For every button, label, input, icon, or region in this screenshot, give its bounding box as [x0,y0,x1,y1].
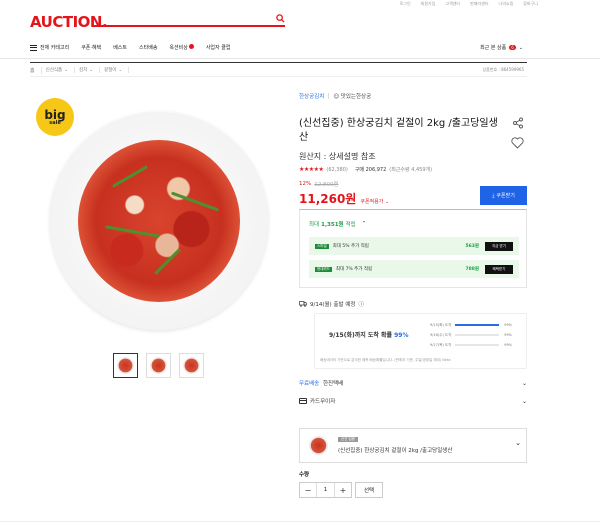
divider [0,521,600,522]
rating-line: ★★★★★ (62,380) 구매 206,972 (최근수량 4,459개) [299,166,527,173]
eta-row: 9/17(목) 도착 99% [430,342,512,348]
nav-item-emergency[interactable]: 옥션비상 [169,44,194,51]
main-nav: 전체 카테고리 쿠폰·혜택 베스트 스타배송 옥션비상 사업자 클럽 최근 본 … [0,40,600,59]
select-button[interactable]: 선택 [355,482,383,498]
breadcrumb: 홈 신선식품 ⌄ 김치 ⌄ 겉절이 ⌄ [30,64,527,77]
chevron-down-icon: ⌄ [518,44,523,51]
search-input[interactable] [92,25,285,27]
fresh-badge: 신선 집중 [338,437,358,442]
review-count[interactable]: (62,380) [326,167,347,173]
chevron-up-icon: ⌃ [361,221,367,227]
divider [30,62,527,63]
sale-price: 11,260원 [299,192,357,206]
item-number: 상품번호 : 864599965 [482,67,524,72]
card-installment-option[interactable]: 카드무이자 ⌄ [299,395,527,407]
util-link-login[interactable]: 로그인 [400,1,411,7]
thumbnail-3[interactable] [179,353,204,378]
separator [328,93,330,99]
benefit-header[interactable]: 최대 1,351원 적립 ⌃ [309,220,366,228]
util-link-seller[interactable]: 판매자센터 [470,1,488,7]
search-icon[interactable] [276,14,285,23]
util-link-support[interactable]: 고객센터 [445,1,460,7]
breadcrumb-item[interactable]: 겉절이 ⌄ [104,67,130,73]
delivery-option[interactable]: 무료배송 한진택배 ⌄ [299,377,527,389]
get-benefit-button[interactable]: 혜택받기 [485,264,513,274]
all-category-label: 전체 카테고리 [40,45,70,51]
eta-row: 9/16(수) 도착 99% [430,332,512,338]
coupon-price-label[interactable]: 쿠폰적용가 ⌄ [360,198,389,205]
buy-extra: (최근수량 4,459개) [389,167,433,173]
delivery-eta-box: 9/15(화)까지 도착 확률 99% 9/15(화) 도착 99% 9/16(… [314,313,527,369]
quantity-label: 수량 [299,472,310,478]
new-dot-icon [188,44,194,49]
chevron-down-icon: ⌄ [515,439,521,447]
nav-item-star[interactable]: 스타배송 [139,44,157,51]
kimchi-image [78,140,240,302]
selected-thumbnail [309,436,328,455]
coupon-button[interactable]: ⤓ 쿠폰받기 [480,186,527,205]
nav-item-business[interactable]: 사업자 클럽 [206,44,231,51]
eta-progress-bar [455,334,499,336]
quantity-input[interactable]: 1 [316,483,335,497]
info-icon: ⓘ [358,302,364,308]
eta-main: 9/15(화)까지 도착 확률 99% [329,332,409,339]
store-tag[interactable]: ☺ 맛있는한상궁 [333,92,371,100]
bonus-row-hyundai: 현대카드 최대 7% 추가 적립 788원 혜택받기 [309,260,519,278]
hamburger-icon [30,44,37,51]
original-price: 12,800원 [314,182,339,188]
download-icon: ⤓ [492,192,495,199]
eta-progress-bar [455,344,499,346]
ship-date-line[interactable]: 9/14(월) 출발 예정 ⓘ [299,300,527,308]
breadcrumb-item[interactable]: 김치 ⌄ [79,67,101,73]
thumbnail-list [113,353,204,378]
quantity-stepper: − 1 + [299,482,352,498]
all-category-button[interactable]: 전체 카테고리 [30,44,69,51]
recent-label: 최근 본 상품 [480,45,507,51]
thumbnail-2[interactable] [146,353,171,378]
hyundai-card-logo: 현대카드 [315,266,332,272]
smile-card-logo: 스마일 [315,243,329,249]
eta-row: 9/15(화) 도착 99% [430,322,512,328]
util-link-myshop[interactable]: 나의쇼핑 [499,1,514,7]
minus-button[interactable]: − [300,483,316,497]
big-sale-badge: big sale [36,98,74,136]
eta-list: 9/15(화) 도착 99% 9/16(수) 도착 99% 9/17(목) 도착… [430,320,520,350]
origin-info: 원산지 : 상세설명 참조 [299,152,376,161]
breadcrumb-item[interactable]: 신선식품 ⌄ [46,67,75,73]
discount-rate: 12% [299,181,312,187]
recent-viewed-button[interactable]: 최근 본 상품 6 ⌄ [480,44,523,52]
eta-note: 배송데이터 기반으로 분석한 예측 배송확률입니다. (판매자 기준, 주말/공… [320,358,451,362]
store-line: 한상궁김치 ☺ 맛있는한상궁 [299,92,527,100]
chevron-down-icon: ⌄ [521,397,527,405]
eta-progress-bar [455,324,499,326]
option-select-box[interactable]: 신선 집중 (신선집중) 한상궁김치 겉절이 2kg /출고당일생산 ⌄ [299,428,527,463]
auction-logo[interactable]: AUCTION. [30,13,108,31]
breadcrumb-home[interactable]: 홈 [30,66,42,74]
get-now-button[interactable]: 지금 받기 [485,241,513,251]
recent-count-badge: 6 [509,45,516,50]
rating-stars: ★★★★★ [299,166,324,173]
heart-icon[interactable] [511,137,524,149]
chevron-down-icon: ⌄ [521,379,527,387]
product-title: (신선집중) 한상궁김치 겉절이 2kg /출고당일생산 [299,118,498,143]
bonus-row-smile: 스마일 최대 5% 추가 적립 563원 지금 받기 [309,237,519,255]
store-name-link[interactable]: 한상궁김치 [299,92,324,100]
thumbnail-1[interactable] [113,353,138,378]
util-link-join[interactable]: 회원가입 [421,1,436,7]
benefit-box: 최대 1,351원 적립 ⌃ 스마일 최대 5% 추가 적립 563원 지금 받… [299,209,527,288]
util-link-cart[interactable]: 장바구니 [523,1,538,7]
card-icon [299,398,307,404]
nav-item-coupon[interactable]: 쿠폰·혜택 [81,44,101,51]
utility-links: 로그인 회원가입 고객센터 판매자센터 나의쇼핑 장바구니 [400,0,538,7]
nav-item-best[interactable]: 베스트 [113,44,127,51]
buy-count: 구매 206,972 [354,167,387,173]
share-icon[interactable] [512,117,524,129]
truck-icon [299,301,307,307]
selected-name: (신선집중) 한상궁김치 겉절이 2kg /출고당일생산 [338,448,453,454]
benefit-amount: 1,351원 [321,222,344,228]
plus-button[interactable]: + [335,483,351,497]
